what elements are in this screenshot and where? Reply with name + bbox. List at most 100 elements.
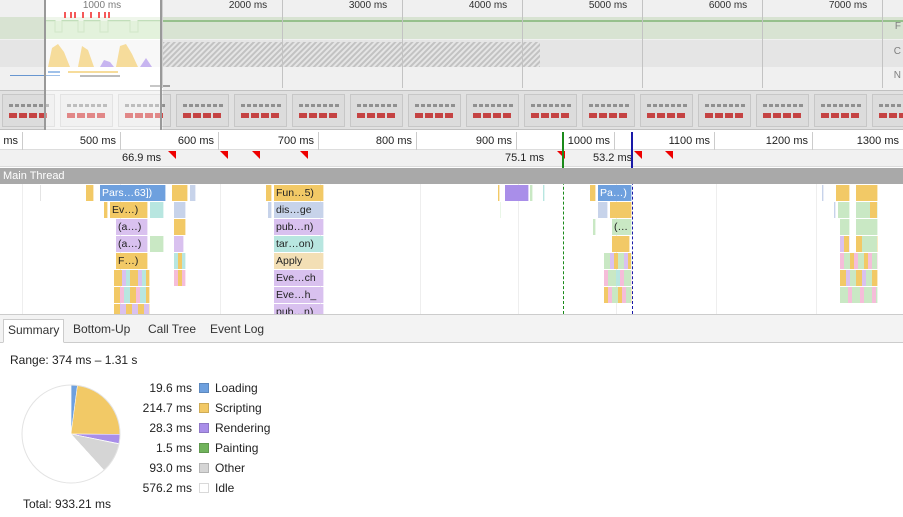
flame-sliver[interactable]: [268, 202, 272, 218]
flame-sliver[interactable]: [593, 219, 596, 235]
ruler-tick: [318, 132, 319, 150]
dropped-frame-flag[interactable]: [220, 151, 228, 159]
frame-duration-label[interactable]: 53.2 ms: [593, 152, 632, 164]
flame-block[interactable]: Fun…5): [274, 185, 324, 201]
legend-swatch: [199, 443, 209, 453]
flame-sliver[interactable]: [604, 253, 632, 269]
flame-sliver[interactable]: [530, 185, 533, 201]
legend-swatch: [199, 403, 209, 413]
flame-sliver[interactable]: [610, 202, 632, 218]
flame-sliver[interactable]: [266, 185, 272, 201]
ruler-tick-label: 1000 ms: [567, 135, 610, 147]
dropped-frame-flag[interactable]: [168, 151, 176, 159]
tab-bottom-up[interactable]: Bottom-Up: [69, 319, 134, 340]
flame-sliver[interactable]: [114, 287, 150, 303]
flame-sliver[interactable]: [836, 185, 850, 201]
dcl-marker-line: [563, 184, 564, 314]
dropped-frame-flag[interactable]: [300, 151, 308, 159]
legend-swatch: [199, 483, 209, 493]
dropped-frame-flag[interactable]: [634, 151, 642, 159]
flame-block[interactable]: Eve…ch: [274, 270, 324, 286]
flame-sliver[interactable]: [174, 253, 186, 269]
tab-summary[interactable]: Summary: [3, 319, 65, 343]
flame-sliver[interactable]: [174, 270, 186, 286]
flame-sliver[interactable]: [856, 202, 878, 218]
flame-sliver[interactable]: [840, 270, 878, 286]
main-thread-header[interactable]: Main Thread: [0, 168, 903, 184]
legend-value: 93.0 ms: [149, 461, 192, 475]
legend-label: Other: [215, 461, 246, 475]
load-marker-line: [632, 184, 633, 314]
flame-sliver[interactable]: [505, 185, 529, 201]
flame-block[interactable]: pub…n): [274, 219, 324, 235]
ruler-tick: [22, 132, 23, 150]
ruler-tick: [218, 132, 219, 150]
legend-label: Idle: [215, 481, 235, 495]
flame-sliver[interactable]: [604, 287, 632, 303]
flame-block[interactable]: Pars…63]): [100, 185, 166, 201]
flame-sliver[interactable]: [174, 236, 184, 252]
flame-sliver[interactable]: [838, 202, 850, 218]
flame-sliver[interactable]: [40, 185, 41, 201]
flame-sliver[interactable]: [174, 202, 186, 218]
flame-sliver[interactable]: [590, 185, 596, 201]
flame-sliver[interactable]: [834, 202, 836, 218]
flame-block[interactable]: (a…): [116, 236, 148, 252]
flame-sliver[interactable]: [500, 202, 501, 218]
flame-sliver[interactable]: [174, 219, 186, 235]
frame-duration-label[interactable]: 75.1 ms: [505, 152, 544, 164]
flame-block[interactable]: Pa…): [598, 185, 632, 201]
flame-sliver[interactable]: [543, 185, 545, 201]
flame-sliver[interactable]: [150, 236, 164, 252]
dropped-frame-flag[interactable]: [252, 151, 260, 159]
flame-sliver[interactable]: [604, 270, 632, 286]
flame-block[interactable]: dis…ge: [274, 202, 324, 218]
flame-sliver[interactable]: [856, 219, 878, 235]
timeline-overview[interactable]: F C N 1000 ms 2000 ms 3000 ms 4000 ms 50…: [0, 0, 903, 132]
flame-block[interactable]: F…): [116, 253, 148, 269]
flame-sliver[interactable]: [822, 185, 824, 201]
flame-sliver[interactable]: [498, 185, 500, 201]
flame-block[interactable]: Eve…h_: [274, 287, 324, 303]
flame-block[interactable]: (…: [612, 219, 632, 235]
summary-pane: Range: 374 ms – 1.31 s 19.6 ms Loading 214…: [0, 343, 903, 517]
overview-outside-left: [0, 0, 44, 130]
flame-block[interactable]: pub…n): [274, 304, 324, 314]
range-text: Range: 374 ms – 1.31 s: [10, 353, 138, 367]
time-ruler: 0 ms 500 ms 600 ms 700 ms 800 ms 900 ms 1000 m…: [0, 132, 903, 150]
dropped-frame-flag[interactable]: [665, 151, 673, 159]
overview-selection-window[interactable]: [44, 0, 162, 130]
flame-sliver[interactable]: [598, 202, 608, 218]
tab-event-log[interactable]: Event Log: [206, 319, 268, 340]
flame-sliver[interactable]: [840, 253, 878, 269]
flame-sliver[interactable]: [114, 304, 150, 314]
flame-sliver[interactable]: [856, 185, 878, 201]
total-text: Total: 933.21 ms: [23, 497, 112, 511]
frames-track[interactable]: 66.9 ms 75.1 ms 53.2 ms: [0, 150, 903, 167]
ruler-tick-label: 0 ms: [0, 135, 18, 147]
ruler-tick: [516, 132, 517, 150]
flame-sliver[interactable]: [104, 202, 108, 218]
legend-value: 576.2 ms: [142, 481, 192, 495]
flame-sliver[interactable]: [612, 236, 630, 252]
flame-chart[interactable]: Pars…63]) Ev…) (a…) (a…) F…) Fun…5) dis……: [0, 184, 903, 314]
tab-call-tree[interactable]: Call Tree: [144, 319, 200, 340]
overview-outside-right: [163, 0, 903, 130]
flame-block[interactable]: Apply: [274, 253, 324, 269]
load-marker: [631, 132, 633, 168]
flame-block[interactable]: (a…): [116, 219, 148, 235]
flame-sliver[interactable]: [190, 185, 196, 201]
flame-sliver[interactable]: [172, 185, 188, 201]
flame-sliver[interactable]: [840, 236, 850, 252]
dcl-marker: [562, 132, 564, 168]
flame-sliver[interactable]: [856, 236, 878, 252]
flame-block[interactable]: Ev…): [110, 202, 148, 218]
frame-duration-label[interactable]: 66.9 ms: [122, 152, 161, 164]
flame-sliver[interactable]: [840, 219, 850, 235]
flame-sliver[interactable]: [114, 270, 150, 286]
flame-sliver[interactable]: [86, 185, 94, 201]
flame-sliver[interactable]: [840, 287, 878, 303]
flame-block[interactable]: tar…on): [274, 236, 324, 252]
flame-sliver[interactable]: [150, 202, 164, 218]
performance-panel: F C N 1000 ms 2000 ms 3000 ms 4000 ms 50…: [0, 0, 903, 517]
